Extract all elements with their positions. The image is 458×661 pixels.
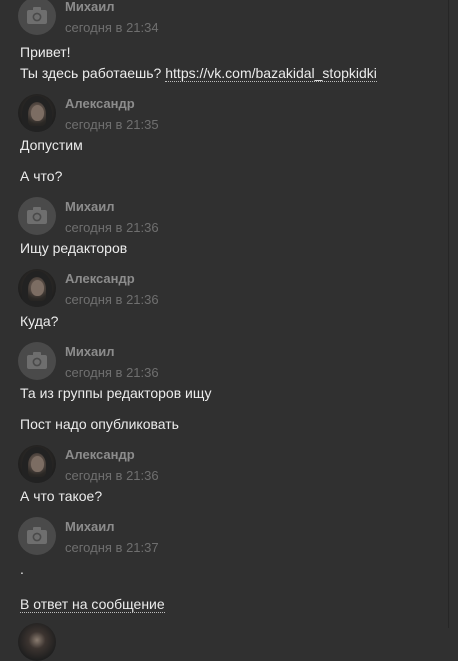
message-text: Та из группы редакторов ищу <box>20 385 212 401</box>
reply-reference[interactable]: В ответ на сообщение <box>20 596 165 613</box>
camera-icon <box>27 352 47 369</box>
message-author[interactable]: Михаил <box>65 519 115 534</box>
message-time[interactable]: сегодня в 21:36 <box>65 365 159 380</box>
avatar[interactable] <box>18 342 56 380</box>
message-text: Ищу редакторов <box>20 240 128 256</box>
avatar[interactable] <box>18 0 56 35</box>
message-time[interactable]: сегодня в 21:37 <box>65 540 159 555</box>
message-text: А что? <box>20 168 63 184</box>
message-author[interactable]: Александр <box>65 447 135 462</box>
message-text: Ты здесь работаешь? https://vk.com/bazak… <box>20 65 377 82</box>
message-time[interactable]: сегодня в 21:36 <box>65 468 159 483</box>
message-author[interactable]: Александр <box>65 96 135 111</box>
message-text: . <box>20 561 24 577</box>
message-text: А что такое? <box>20 488 103 504</box>
message-text: Пост надо опубликовать <box>20 416 179 432</box>
avatar[interactable] <box>18 445 56 483</box>
camera-icon <box>27 7 47 24</box>
reply-link[interactable]: В ответ на сообщение <box>20 596 165 613</box>
message-time[interactable]: сегодня в 21:35 <box>65 117 159 132</box>
message-time[interactable]: сегодня в 21:36 <box>65 292 159 307</box>
avatar[interactable] <box>18 623 56 661</box>
avatar[interactable] <box>18 517 56 555</box>
camera-icon <box>27 207 47 224</box>
message-author[interactable]: Михаил <box>65 0 115 14</box>
message-author[interactable]: Александр <box>65 271 135 286</box>
message-text-prefix: Ты здесь работаешь? <box>20 65 166 81</box>
avatar[interactable] <box>18 94 56 132</box>
message-link[interactable]: https://vk.com/bazakidal_stopkidki <box>165 65 377 82</box>
message-author[interactable]: Михаил <box>65 344 115 359</box>
message-time[interactable]: сегодня в 21:34 <box>65 20 159 35</box>
avatar[interactable] <box>18 197 56 235</box>
message-text: Допустим <box>20 137 83 153</box>
avatar[interactable] <box>18 269 56 307</box>
camera-icon <box>27 527 47 544</box>
message-time[interactable]: сегодня в 21:36 <box>65 220 159 235</box>
message-text: Куда? <box>20 313 59 329</box>
message-text: Привет! <box>20 44 71 60</box>
message-author[interactable]: Михаил <box>65 199 115 214</box>
chat-history: Михаил сегодня в 21:34 Привет! Ты здесь … <box>0 0 449 661</box>
